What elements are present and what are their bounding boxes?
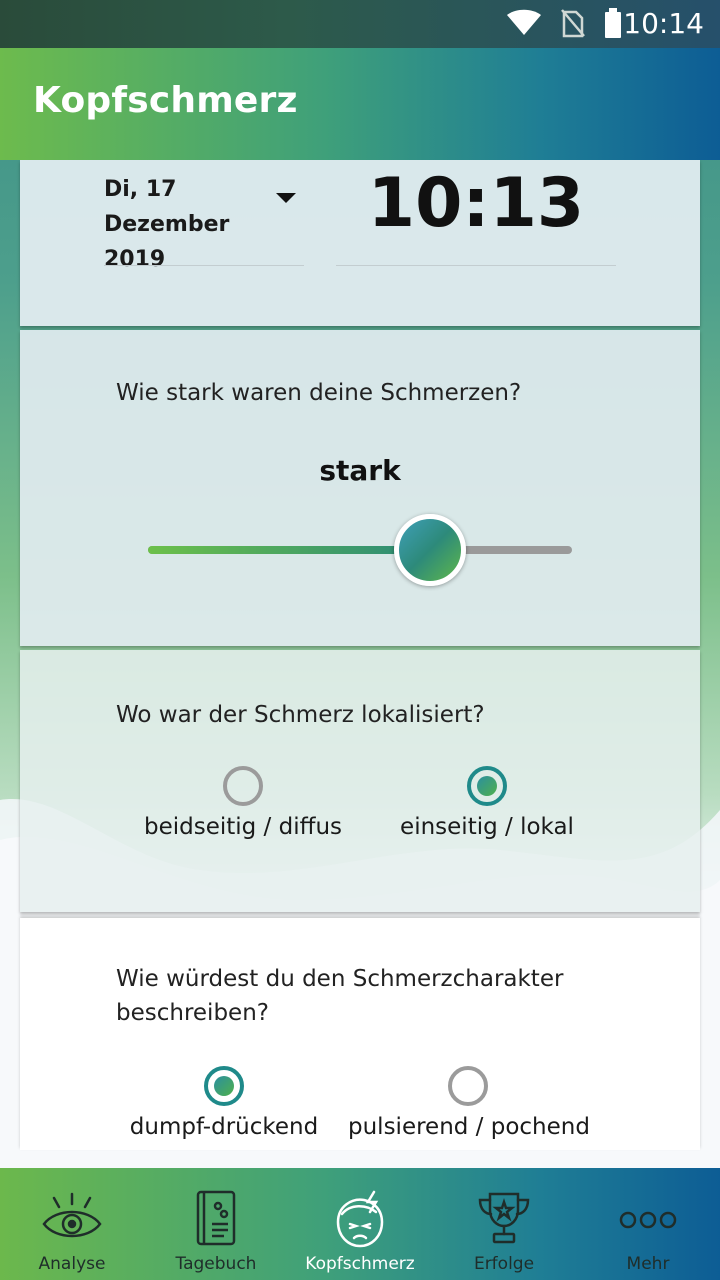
diary-book-icon (196, 1190, 236, 1246)
location-card: Wo war der Schmerz lokalisiert? beidseit… (20, 650, 700, 912)
page-title: Kopfschmerz (33, 80, 298, 121)
intensity-slider-track[interactable] (148, 546, 572, 554)
radio-option-pulsierend[interactable]: pulsierend / pochend (348, 1066, 590, 1140)
radio-option-beidseitig[interactable]: beidseitig / diffus (123, 766, 363, 840)
radio-button[interactable] (448, 1066, 488, 1106)
nav-item-tagebuch[interactable]: Tagebuch (144, 1168, 288, 1280)
app-bar: Kopfschmerz (0, 48, 720, 160)
nav-label: Erfolge (473, 1254, 535, 1274)
time-picker[interactable]: 10:13 (336, 164, 616, 243)
battery-icon (605, 8, 621, 38)
nav-label: Analyse (38, 1254, 106, 1274)
radio-label: pulsierend / pochend (348, 1114, 590, 1140)
more-dots-icon (619, 1211, 677, 1229)
nav-label: Kopfschmerz (305, 1254, 415, 1274)
radio-label: einseitig / lokal (400, 814, 574, 840)
radio-label: dumpf-drückend (129, 1114, 319, 1140)
chevron-down-icon[interactable] (276, 193, 296, 203)
no-sim-icon (561, 9, 585, 38)
radio-option-dumpf[interactable]: dumpf-drückend (104, 1066, 344, 1140)
wifi-icon (507, 9, 541, 35)
nav-item-erfolge[interactable]: Erfolge (432, 1168, 576, 1280)
date-underline (104, 265, 304, 266)
radio-option-einseitig[interactable]: einseitig / lokal (367, 766, 607, 840)
nav-label: Tagebuch (175, 1254, 257, 1274)
bottom-navigation: Analyse Tagebuch Kopfschmerz Erfolge Meh… (0, 1168, 720, 1280)
status-icons (506, 8, 622, 38)
eye-icon (42, 1192, 102, 1238)
nav-item-kopfschmerz[interactable]: Kopfschmerz (288, 1168, 432, 1280)
character-question: Wie würdest du den Schmerzcharakter besc… (116, 966, 564, 1026)
intensity-question: Wie stark waren deine Schmerzen? (116, 380, 522, 406)
status-time: 10:14 (623, 7, 704, 40)
radio-button[interactable] (223, 766, 263, 806)
nav-label: Mehr (626, 1254, 670, 1274)
status-bar: 10:14 (0, 0, 720, 48)
date-time-card: Di, 17 Dezember 2019 10:13 (20, 160, 700, 326)
headache-face-icon (336, 1190, 384, 1248)
location-question: Wo war der Schmerz lokalisiert? (116, 702, 485, 728)
intensity-value-label: stark (319, 454, 401, 487)
radio-button[interactable] (467, 766, 507, 806)
time-underline (336, 265, 616, 266)
character-card: Wie würdest du den Schmerzcharakter besc… (20, 918, 700, 1150)
intensity-card: Wie stark waren deine Schmerzen? stark (20, 330, 700, 646)
nav-item-mehr[interactable]: Mehr (576, 1168, 720, 1280)
radio-label: beidseitig / diffus (143, 814, 343, 840)
trophy-icon (478, 1192, 530, 1244)
intensity-slider-thumb[interactable] (393, 514, 466, 586)
intensity-slider-fill (148, 546, 430, 554)
radio-button[interactable] (204, 1066, 244, 1106)
nav-item-analyse[interactable]: Analyse (0, 1168, 144, 1280)
date-picker[interactable]: Di, 17 Dezember 2019 (104, 172, 274, 277)
